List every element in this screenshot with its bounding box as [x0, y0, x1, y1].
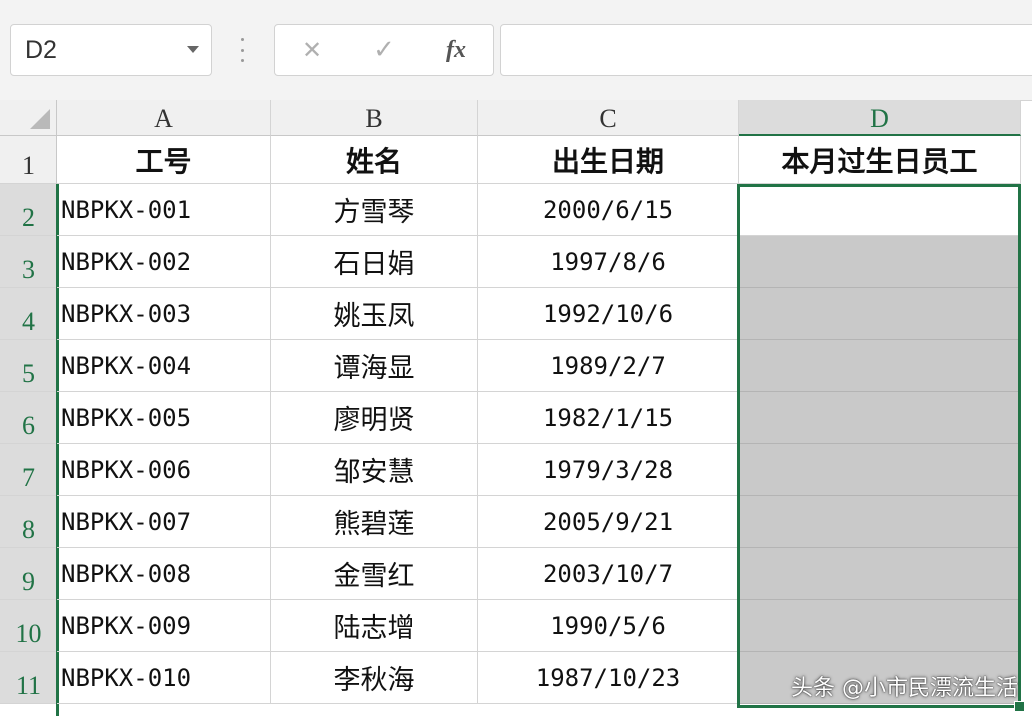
cell-birthday-this-month[interactable]: [739, 288, 1021, 340]
cell-birthday-this-month[interactable]: [739, 496, 1021, 548]
row-header-4[interactable]: 4: [0, 288, 57, 340]
cell-birthday-this-month[interactable]: [739, 548, 1021, 600]
cell-birthday-this-month[interactable]: [739, 600, 1021, 652]
cell-birthday-this-month[interactable]: [739, 236, 1021, 288]
cell-employee-id[interactable]: NBPKX-002: [57, 236, 271, 288]
row-header-1[interactable]: 1: [0, 136, 57, 184]
confirm-button[interactable]: ✓: [349, 25, 419, 75]
cell-employee-id[interactable]: NBPKX-001: [57, 184, 271, 236]
cell-birth-date[interactable]: 1997/8/6: [478, 236, 739, 288]
column-header-a[interactable]: A: [57, 100, 271, 136]
cell-birth-date[interactable]: 1982/1/15: [478, 392, 739, 444]
fill-handle[interactable]: [1014, 701, 1025, 712]
chevron-down-icon[interactable]: [187, 46, 199, 53]
formula-input[interactable]: [500, 24, 1032, 76]
name-box-value[interactable]: D2: [25, 36, 57, 65]
close-icon[interactable]: ✕: [302, 36, 322, 64]
cell-name[interactable]: 陆志增: [271, 600, 478, 652]
row-header-3[interactable]: 3: [0, 236, 57, 288]
spreadsheet-grid: ABCD 1 2 3 4 5 6 7 8 9 10 11 工号 姓名 出生日期 本月过生日员工 NBPKX-…: [0, 100, 1032, 716]
cell-birth-date[interactable]: 2003/10/7: [478, 548, 739, 600]
row-header-9[interactable]: 9: [0, 548, 57, 600]
insert-function-button[interactable]: fx: [421, 25, 491, 75]
cell-birth-date[interactable]: 1989/2/7: [478, 340, 739, 392]
cell-name[interactable]: 廖明贤: [271, 392, 478, 444]
cell-birth-date[interactable]: 1979/3/28: [478, 444, 739, 496]
row-header-2[interactable]: 2: [0, 184, 57, 236]
cell-name[interactable]: 熊碧莲: [271, 496, 478, 548]
select-all-icon[interactable]: [30, 109, 50, 129]
cell-birth-date[interactable]: 2005/9/21: [478, 496, 739, 548]
cell-birthday-this-month[interactable]: [739, 184, 1021, 236]
formula-actions: ✕ ✓ fx: [274, 24, 494, 76]
cell-birthday-this-month[interactable]: [739, 392, 1021, 444]
formula-bar: D2 ✕ ✓ fx: [0, 0, 1032, 101]
cell-birthday-this-month[interactable]: [739, 444, 1021, 496]
cell-name[interactable]: 李秋海: [271, 652, 478, 704]
cell-birth-date[interactable]: 1987/10/23: [478, 652, 739, 704]
cancel-button[interactable]: ✕: [277, 25, 347, 75]
cell-birthday-this-month[interactable]: [739, 340, 1021, 392]
row-header-11[interactable]: 11: [0, 652, 57, 704]
cell-birth-date[interactable]: 1990/5/6: [478, 600, 739, 652]
cell-employee-id[interactable]: NBPKX-004: [57, 340, 271, 392]
cell-employee-id[interactable]: NBPKX-009: [57, 600, 271, 652]
name-box[interactable]: D2: [10, 24, 212, 76]
check-icon[interactable]: ✓: [373, 35, 395, 65]
cell-name[interactable]: 金雪红: [271, 548, 478, 600]
column-header-d[interactable]: D: [739, 100, 1021, 136]
cell-employee-id[interactable]: NBPKX-006: [57, 444, 271, 496]
cell-name[interactable]: 石日娟: [271, 236, 478, 288]
header-cell-d[interactable]: 本月过生日员工: [739, 136, 1021, 184]
drag-handle-icon[interactable]: [240, 38, 244, 62]
row-header-10[interactable]: 10: [0, 600, 57, 652]
cell-employee-id[interactable]: NBPKX-003: [57, 288, 271, 340]
row-header-5[interactable]: 5: [0, 340, 57, 392]
header-cell-a[interactable]: 工号: [57, 136, 271, 184]
cell-employee-id[interactable]: NBPKX-007: [57, 496, 271, 548]
cell-name[interactable]: 方雪琴: [271, 184, 478, 236]
cell-name[interactable]: 谭海显: [271, 340, 478, 392]
watermark: 头条 @小市民漂流生活: [791, 676, 1018, 701]
cell-birth-date[interactable]: 2000/6/15: [478, 184, 739, 236]
row-header-8[interactable]: 8: [0, 496, 57, 548]
row-header-6[interactable]: 6: [0, 392, 57, 444]
column-header-c[interactable]: C: [478, 100, 739, 136]
cell-employee-id[interactable]: NBPKX-005: [57, 392, 271, 444]
row-header-7[interactable]: 7: [0, 444, 57, 496]
cell-name[interactable]: 邹安慧: [271, 444, 478, 496]
cell-employee-id[interactable]: NBPKX-008: [57, 548, 271, 600]
header-cell-b[interactable]: 姓名: [271, 136, 478, 184]
column-header-b[interactable]: B: [271, 100, 478, 136]
select-all-button[interactable]: [0, 100, 57, 136]
header-cell-c[interactable]: 出生日期: [478, 136, 739, 184]
cell-birth-date[interactable]: 1992/10/6: [478, 288, 739, 340]
cell-employee-id[interactable]: NBPKX-010: [57, 652, 271, 704]
cell-name[interactable]: 姚玉凤: [271, 288, 478, 340]
fx-icon[interactable]: fx: [446, 37, 466, 64]
